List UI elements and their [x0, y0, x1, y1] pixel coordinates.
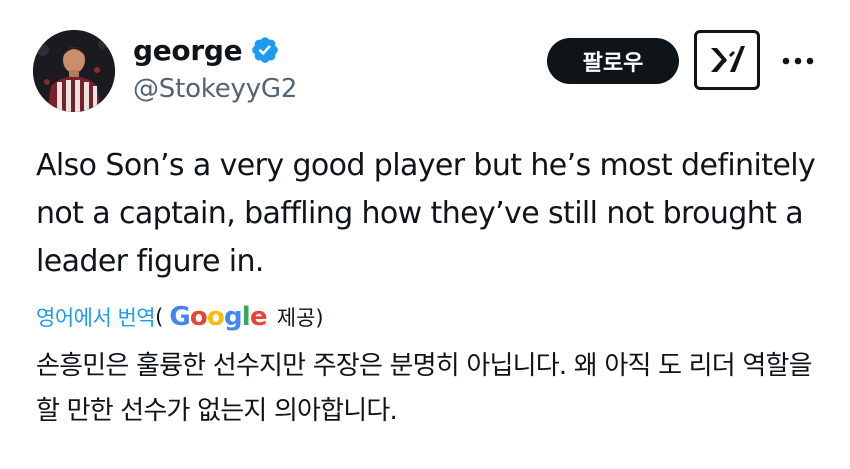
- translation-attribution: 영어에서 번역 ( Google 제공): [36, 300, 324, 334]
- google-letter-o1: o: [189, 302, 208, 332]
- google-letter-e: e: [249, 302, 268, 332]
- avatar[interactable]: [33, 30, 115, 112]
- display-name[interactable]: george: [133, 34, 243, 67]
- google-letter-g2: g: [223, 302, 243, 332]
- google-logo: Google: [169, 302, 268, 332]
- open-paren: (: [155, 305, 164, 329]
- more-options-button[interactable]: [778, 44, 818, 78]
- avatar-image: [33, 30, 115, 112]
- author-handle[interactable]: @StokeyyG2: [133, 74, 297, 104]
- verified-badge-icon[interactable]: [250, 35, 280, 65]
- author-name-row: george: [133, 30, 280, 70]
- provided-label: 제공): [276, 306, 324, 330]
- google-letter-o2: o: [206, 302, 225, 332]
- google-letter-g: G: [169, 302, 190, 332]
- tweet-card: george @StokeyyG2 팔로우 Also Son’s a very …: [0, 0, 850, 469]
- google-letter-l: l: [241, 302, 251, 332]
- follow-button[interactable]: 팔로우: [547, 38, 679, 84]
- translate-link[interactable]: 영어에서 번역: [36, 302, 156, 332]
- grok-icon: [711, 46, 745, 72]
- grok-button[interactable]: [694, 30, 760, 90]
- translated-text: 손흥민은 훌륭한 선수지만 주장은 분명히 아닙니다. 왜 아직 도 리더 역할…: [36, 351, 813, 426]
- more-icon: [782, 57, 814, 65]
- tweet-text: Also Son’s a very good player but he’s m…: [36, 148, 816, 279]
